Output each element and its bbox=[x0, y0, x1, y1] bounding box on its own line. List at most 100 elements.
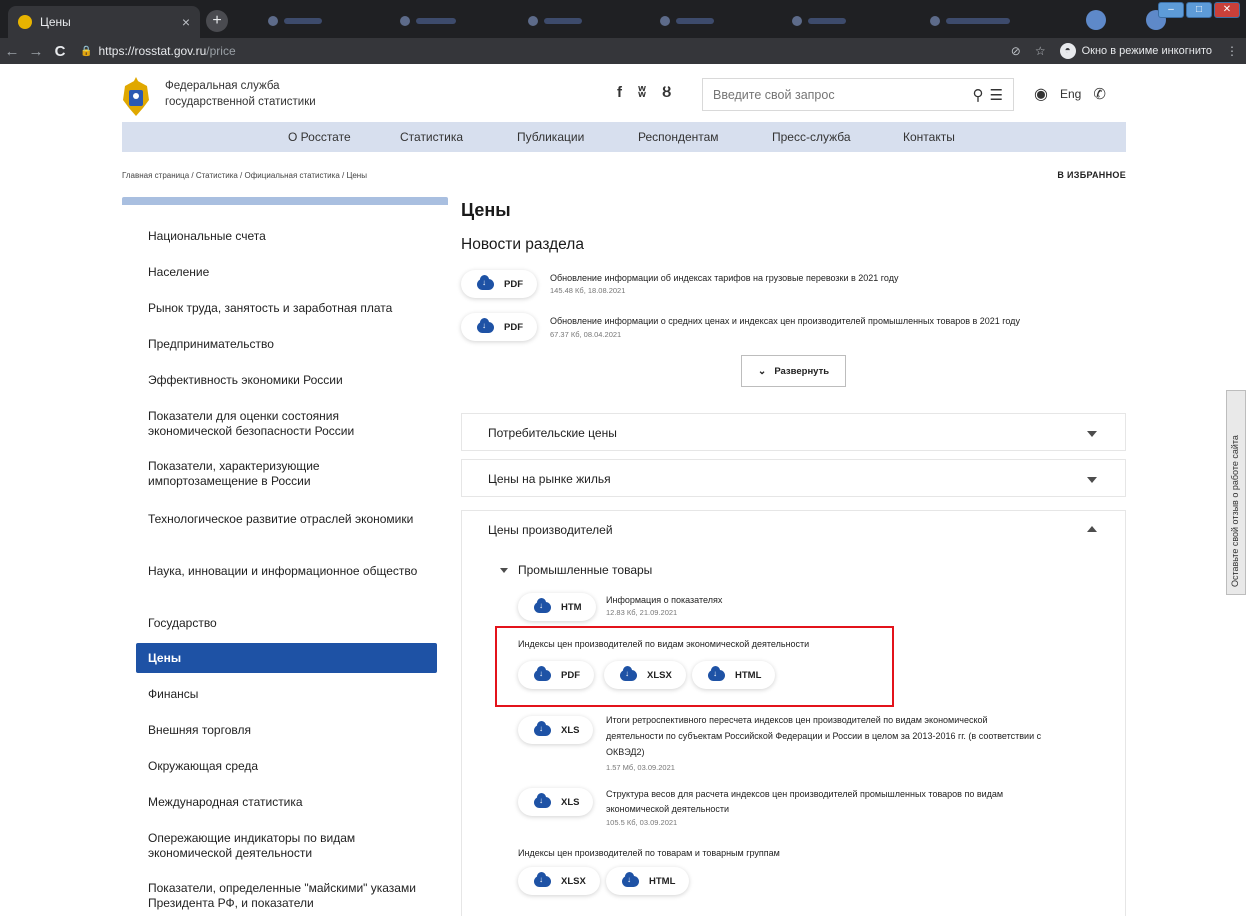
site-favicon-icon bbox=[18, 15, 32, 29]
language-switch[interactable]: Eng bbox=[1060, 87, 1081, 101]
accordion-housing-prices[interactable]: Цены на рынке жилья bbox=[461, 459, 1126, 497]
browser-tab-active[interactable]: Цены × bbox=[8, 6, 200, 38]
maximize-icon[interactable]: □ bbox=[1186, 2, 1212, 18]
forward-icon[interactable]: → bbox=[24, 43, 48, 60]
cloud-download-icon bbox=[622, 871, 639, 887]
sidebar-item[interactable]: Показатели, характеризующие импортозамещ… bbox=[148, 459, 418, 489]
sidebar-item[interactable]: Наука, инновации и информационное общест… bbox=[148, 564, 418, 579]
news-title[interactable]: Обновление информации о средних ценах и … bbox=[550, 316, 1020, 326]
close-tab-icon[interactable]: × bbox=[182, 14, 190, 30]
browser-tab-background[interactable] bbox=[930, 12, 1010, 28]
close-window-icon[interactable]: ✕ bbox=[1214, 2, 1240, 18]
file-title[interactable]: Информация о показателях bbox=[606, 593, 722, 607]
news-title[interactable]: Обновление информации об индексах тарифо… bbox=[550, 273, 898, 283]
reload-icon[interactable]: C bbox=[48, 43, 72, 60]
xlsx-download-button[interactable]: XLSX bbox=[518, 867, 600, 895]
header-tools: ◉ Eng ✆ bbox=[1034, 84, 1106, 104]
htm-download-button[interactable]: HTM bbox=[518, 593, 596, 621]
accessibility-eye-icon[interactable]: ◉ bbox=[1034, 84, 1048, 104]
browser-tab-background[interactable] bbox=[792, 12, 846, 28]
nav-press[interactable]: Пресс-служба bbox=[772, 130, 851, 144]
sidebar-item[interactable]: Международная статистика bbox=[148, 795, 418, 810]
feedback-label: Оставьте свой отзыв о работе сайта bbox=[1230, 435, 1240, 587]
file-meta: 1.57 Мб, 03.09.2021 bbox=[606, 763, 675, 772]
url-path: /price bbox=[206, 44, 236, 58]
browser-tab-background[interactable] bbox=[400, 12, 456, 28]
file-title[interactable]: Итоги ретроспективного пересчета индексо… bbox=[606, 713, 988, 727]
caret-up-icon[interactable] bbox=[1087, 526, 1097, 532]
add-to-favorites-link[interactable]: В ИЗБРАННОЕ bbox=[1057, 170, 1126, 180]
rosstat-emblem-logo[interactable] bbox=[121, 76, 151, 118]
xls-download-button[interactable]: XLS bbox=[518, 788, 594, 816]
page-title: Цены bbox=[461, 200, 511, 220]
odnoklassniki-icon[interactable]: ȣ bbox=[662, 84, 671, 101]
cloud-download-icon bbox=[477, 274, 494, 290]
sidebar-item[interactable]: Национальные счета bbox=[148, 229, 418, 244]
nav-contacts[interactable]: Контакты bbox=[903, 130, 955, 144]
browser-tab-background[interactable] bbox=[268, 12, 322, 28]
file-title[interactable]: экономической деятельности bbox=[606, 802, 729, 816]
sidebar-item[interactable]: Показатели, определенные "майскими" указ… bbox=[148, 881, 418, 911]
browser-menu-icon[interactable]: ⋮ bbox=[1226, 44, 1238, 58]
nav-publications[interactable]: Публикации bbox=[517, 130, 584, 144]
incognito-indicator[interactable]: ◓ Окно в режиме инкогнито bbox=[1059, 43, 1212, 59]
url-field[interactable]: 🔒 https://rosstat.gov.ru/price bbox=[80, 40, 236, 62]
highlight-box bbox=[495, 626, 894, 707]
new-tab-button[interactable]: + bbox=[206, 10, 228, 32]
nav-about[interactable]: О Росстате bbox=[288, 130, 351, 144]
accordion-title: Цены на рынке жилья bbox=[488, 472, 611, 486]
sidebar-item[interactable]: Внешняя торговля bbox=[148, 723, 418, 738]
accordion-title[interactable]: Цены производителей bbox=[488, 523, 613, 537]
expand-button[interactable]: ⌄ Развернуть bbox=[741, 355, 846, 387]
sidebar-item[interactable]: Окружающая среда bbox=[148, 759, 418, 774]
triangle-down-icon bbox=[500, 568, 508, 574]
sidebar-item[interactable]: Финансы bbox=[148, 687, 418, 702]
pdf-download-button[interactable]: PDF bbox=[461, 313, 537, 341]
sidebar-item[interactable]: Население bbox=[148, 265, 418, 280]
vk-icon[interactable]: ʬ bbox=[638, 84, 646, 101]
format-label: HTML bbox=[649, 875, 676, 887]
site-search: ⚲ ☰ bbox=[702, 78, 1014, 111]
file-title[interactable]: Структура весов для расчета индексов цен… bbox=[606, 787, 1003, 801]
file-meta: 105.5 Кб, 03.09.2021 bbox=[606, 818, 678, 827]
sidebar-item[interactable]: Опережающие индикаторы по видам экономич… bbox=[148, 831, 418, 861]
search-input[interactable] bbox=[713, 87, 967, 102]
org-name[interactable]: Федеральная служба государственной стати… bbox=[165, 78, 316, 110]
file-title[interactable]: ОКВЭД2) bbox=[606, 745, 645, 759]
tab-title: Цены bbox=[40, 15, 71, 29]
html-download-button[interactable]: HTML bbox=[606, 867, 690, 895]
nav-respondents[interactable]: Респондентам bbox=[638, 130, 719, 144]
subsection-industrial-goods[interactable]: Промышленные товары bbox=[500, 563, 652, 577]
breadcrumb[interactable]: Главная страница / Статистика / Официаль… bbox=[122, 171, 367, 180]
filter-settings-icon[interactable]: ☰ bbox=[990, 86, 1003, 104]
tracking-icon[interactable]: ⊘ bbox=[1011, 44, 1021, 58]
feedback-tab[interactable]: Оставьте свой отзыв о работе сайта bbox=[1226, 390, 1246, 595]
bookmark-star-icon[interactable]: ☆ bbox=[1035, 44, 1046, 58]
sidebar-item[interactable]: Технологическое развитие отраслей эконом… bbox=[148, 512, 418, 527]
sidebar-item[interactable]: Эффективность экономики России bbox=[148, 373, 418, 388]
facebook-icon[interactable]: f bbox=[617, 84, 622, 101]
search-icon[interactable]: ⚲ bbox=[973, 86, 984, 104]
org-name-line1: Федеральная служба bbox=[165, 80, 280, 92]
accordion-consumer-prices[interactable]: Потребительские цены bbox=[461, 413, 1126, 451]
back-icon[interactable]: ← bbox=[0, 43, 24, 60]
cloud-download-icon bbox=[534, 792, 551, 808]
file-title: Индексы цен производителей по товарам и … bbox=[518, 848, 780, 858]
minimize-icon[interactable]: – bbox=[1158, 2, 1184, 18]
news-meta: 145.48 Кб, 18.08.2021 bbox=[550, 286, 626, 295]
sidebar-item[interactable]: Показатели для оценки состояния экономич… bbox=[148, 409, 418, 439]
pdf-download-button[interactable]: PDF bbox=[461, 270, 537, 298]
sidebar-item-active[interactable]: Цены bbox=[136, 643, 437, 673]
sidebar: Национальные счета Население Рынок труда… bbox=[122, 197, 448, 910]
nav-statistics[interactable]: Статистика bbox=[400, 130, 463, 144]
sidebar-item[interactable]: Рынок труда, занятость и заработная плат… bbox=[148, 301, 418, 316]
sidebar-item[interactable]: Предпринимательство bbox=[148, 337, 418, 352]
file-title[interactable]: деятельности по субъектам Российской Фед… bbox=[606, 729, 1041, 743]
sidebar-item[interactable]: Государство bbox=[148, 616, 418, 631]
browser-tab-background[interactable] bbox=[660, 12, 714, 28]
xls-download-button[interactable]: XLS bbox=[518, 716, 594, 744]
browser-tab-background[interactable] bbox=[528, 12, 582, 28]
phone-icon[interactable]: ✆ bbox=[1093, 85, 1106, 103]
tab-search-icon[interactable] bbox=[1086, 10, 1106, 30]
file-meta: 12.83 Кб, 21.09.2021 bbox=[606, 608, 678, 617]
